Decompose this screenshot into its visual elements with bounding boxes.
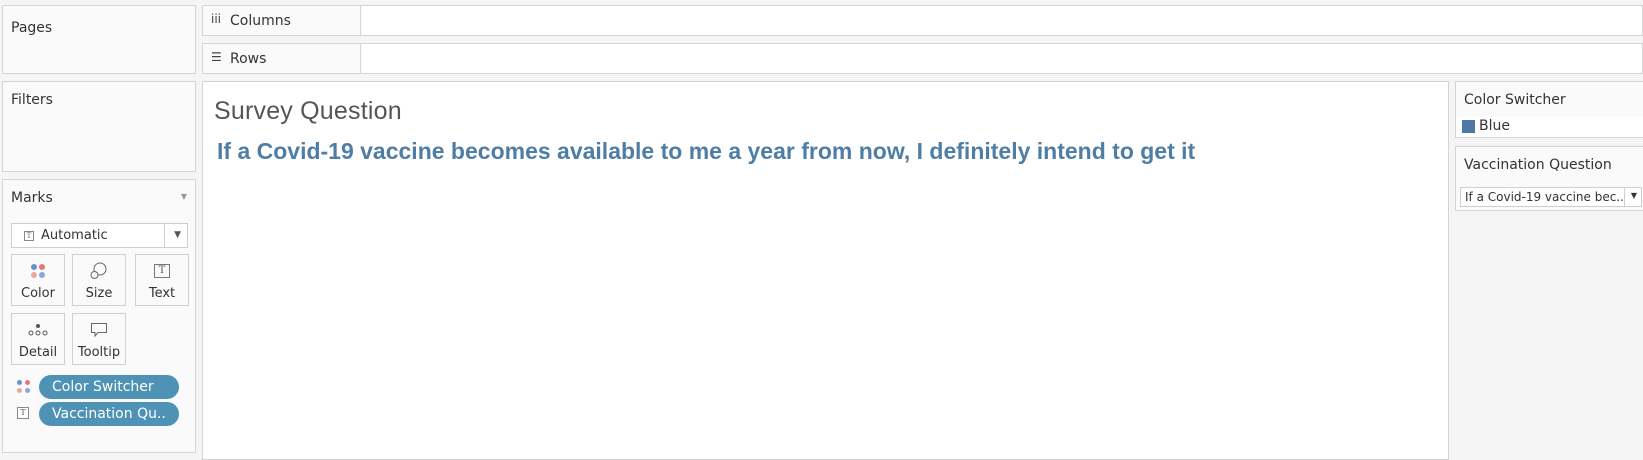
rows-icon: ☰ xyxy=(211,50,222,64)
detail-button-label: Detail xyxy=(18,345,58,360)
mark-type-label: Automatic xyxy=(41,228,108,243)
survey-question-text[interactable]: If a Covid-19 vaccine becomes available … xyxy=(217,138,1195,165)
size-button-label: Size xyxy=(85,286,113,301)
parameter-dropdown[interactable]: If a Covid-19 vaccine bec... ▼ xyxy=(1460,187,1642,207)
dropdown-divider xyxy=(1624,188,1625,206)
filters-title: Filters xyxy=(11,92,53,108)
rows-shelf-header: ☰ Rows xyxy=(203,44,361,73)
text-button-label: Text xyxy=(148,286,176,301)
rows-drop-zone[interactable] xyxy=(362,44,1642,73)
color-dots-icon xyxy=(30,263,46,279)
color-switcher-legend: Color Switcher Blue xyxy=(1455,81,1643,138)
text-button[interactable]: T Text xyxy=(135,254,189,306)
columns-label: Columns xyxy=(230,13,291,29)
marks-menu-caret-icon[interactable]: ▼ xyxy=(181,192,187,201)
size-button[interactable]: Size xyxy=(72,254,126,306)
filters-card[interactable]: Filters xyxy=(2,81,196,172)
vaccination-question-pill[interactable]: Vaccination Qu.. xyxy=(39,402,179,426)
chevron-down-icon[interactable]: ▼ xyxy=(174,230,181,240)
columns-drop-zone[interactable] xyxy=(362,6,1642,35)
mark-type-dropdown[interactable]: T Automatic ▼ xyxy=(11,223,188,248)
legend-item-label: Blue xyxy=(1479,118,1510,134)
dropdown-divider xyxy=(164,224,165,247)
text-icon: T xyxy=(154,264,170,278)
worksheet-view[interactable]: Survey Question If a Covid-19 vaccine be… xyxy=(202,81,1449,460)
marks-title: Marks xyxy=(11,190,53,206)
columns-shelf: iii Columns xyxy=(202,5,1643,36)
size-icon xyxy=(90,262,107,279)
tooltip-button[interactable]: Tooltip xyxy=(72,313,126,365)
text-mark-icon: T xyxy=(24,231,34,241)
parameter-title: Vaccination Question xyxy=(1464,157,1612,173)
columns-icon: iii xyxy=(211,12,222,26)
rows-label: Rows xyxy=(230,51,267,67)
tooltip-icon xyxy=(91,323,107,338)
text-icon: T xyxy=(17,407,29,419)
color-dots-icon xyxy=(17,380,31,394)
blue-swatch xyxy=(1462,120,1475,133)
color-switcher-pill[interactable]: Color Switcher xyxy=(39,375,179,399)
detail-button[interactable]: Detail xyxy=(11,313,65,365)
detail-icon xyxy=(28,324,48,336)
legend-item[interactable]: Blue xyxy=(1456,117,1643,137)
tooltip-button-label: Tooltip xyxy=(77,345,121,360)
color-button[interactable]: Color xyxy=(11,254,65,306)
legend-title: Color Switcher xyxy=(1464,92,1566,108)
rows-shelf: ☰ Rows xyxy=(202,43,1643,74)
chevron-down-icon[interactable]: ▼ xyxy=(1631,191,1637,200)
worksheet-title: Survey Question xyxy=(214,97,402,125)
columns-shelf-header: iii Columns xyxy=(203,6,361,35)
vaccination-question-parameter: Vaccination Question If a Covid-19 vacci… xyxy=(1455,146,1643,211)
parameter-value: If a Covid-19 vaccine bec... xyxy=(1465,190,1625,204)
pages-title: Pages xyxy=(11,20,53,36)
pages-card[interactable]: Pages xyxy=(2,5,196,74)
color-button-label: Color xyxy=(21,286,55,301)
